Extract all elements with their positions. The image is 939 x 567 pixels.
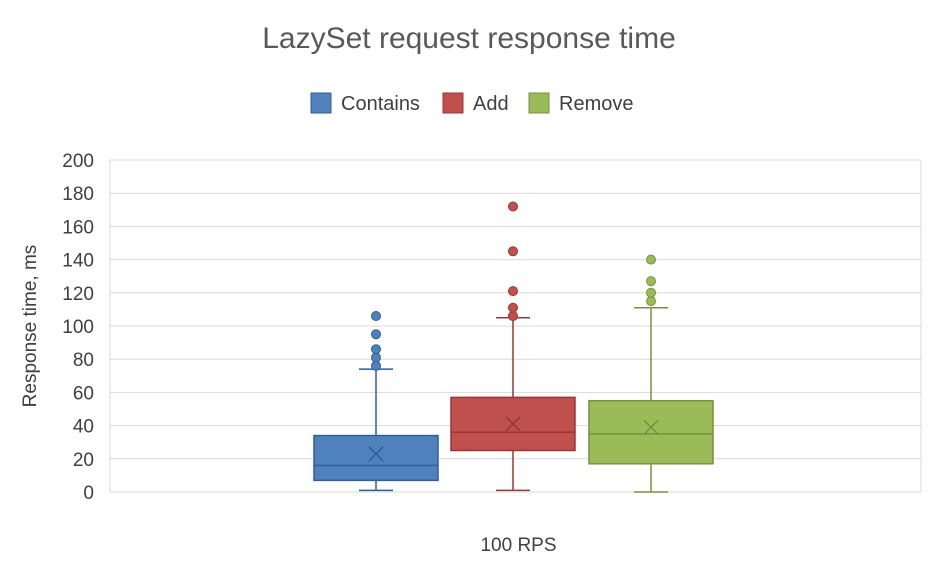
plot-area (313, 201, 714, 493)
outlier-point (508, 201, 518, 212)
y-tick-label: 140 (62, 251, 94, 272)
box-contains (313, 311, 439, 492)
box-body (313, 434, 439, 482)
outlier-point (508, 311, 518, 322)
outlier-point (371, 360, 381, 371)
y-tick-label: 200 (62, 151, 94, 172)
box-body (588, 399, 714, 465)
legend-swatch (528, 92, 550, 114)
y-axis-ticks: 0 20 40 60 80 100 120 140 160 180 200 (62, 151, 94, 504)
outlier-point (508, 286, 518, 297)
outlier-point (371, 311, 381, 322)
y-tick-label: 120 (62, 284, 94, 305)
y-tick-label: 160 (62, 217, 94, 238)
outlier-point (371, 344, 381, 355)
box-add (450, 201, 576, 492)
chart: LazySet request response time Contains Ad… (20, 22, 922, 556)
y-tick-label: 20 (73, 450, 94, 471)
y-tick-label: 80 (73, 350, 94, 371)
outlier-point (371, 329, 381, 340)
outlier-point (646, 276, 656, 287)
legend-label: Contains (341, 93, 420, 115)
legend-label: Add (473, 93, 509, 115)
legend-label: Remove (559, 93, 633, 115)
outlier-point (646, 254, 656, 265)
chart-title: LazySet request response time (262, 22, 676, 55)
y-tick-label: 0 (83, 483, 94, 504)
outlier-point (371, 352, 381, 363)
y-tick-label: 40 (73, 417, 94, 438)
outlier-point (646, 287, 656, 298)
legend-swatch (310, 92, 332, 114)
legend-swatch (442, 92, 464, 114)
x-axis-ticks: 100 RPS (480, 535, 556, 556)
y-tick-label: 60 (73, 383, 94, 404)
legend: Contains Add Remove (310, 92, 633, 115)
y-tick-label: 180 (62, 184, 94, 205)
outlier-point (646, 296, 656, 307)
y-tick-label: 100 (62, 317, 94, 338)
y-axis-label: Response time, ms (20, 245, 41, 408)
box-remove (588, 254, 714, 493)
outlier-point (508, 302, 518, 313)
x-tick-label: 100 RPS (480, 535, 556, 556)
outlier-point (508, 246, 518, 257)
